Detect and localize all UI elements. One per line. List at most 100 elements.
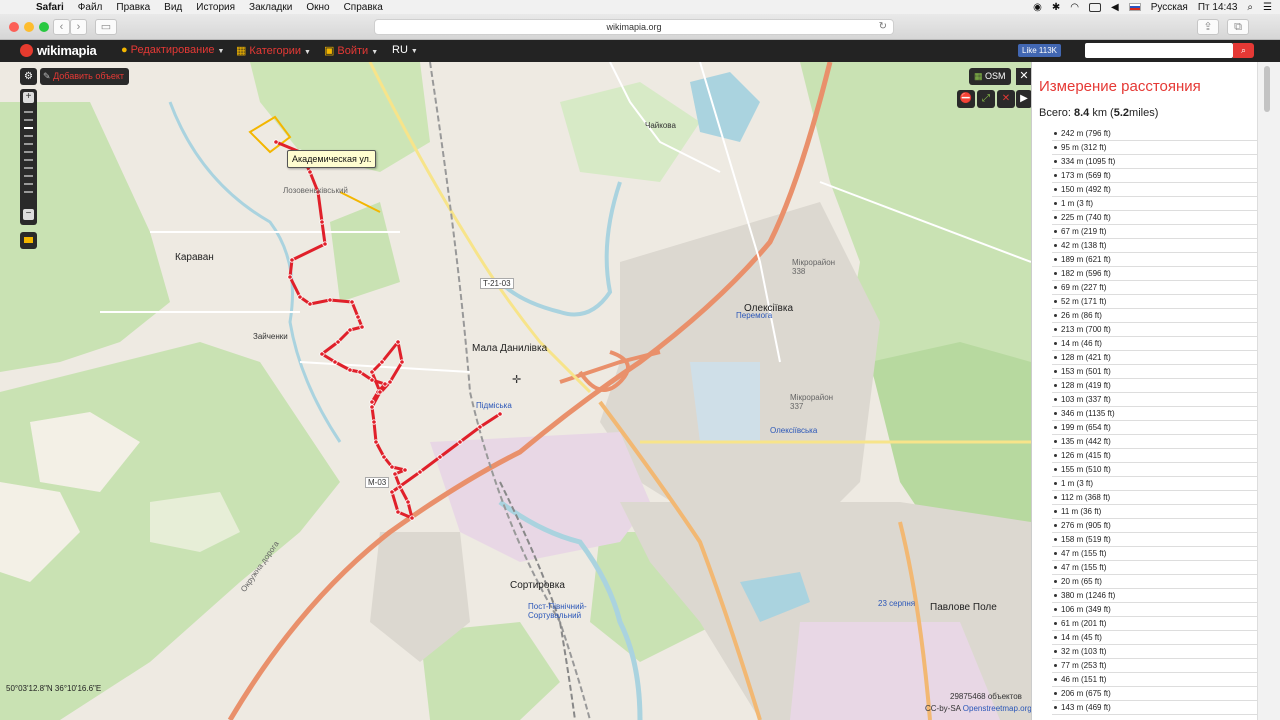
clear-route-button[interactable]: ✕: [997, 90, 1015, 108]
route-point[interactable]: [273, 139, 279, 145]
zoom-tick[interactable]: [24, 119, 33, 121]
route-point[interactable]: [369, 377, 375, 383]
route-point[interactable]: [371, 419, 377, 425]
route-point[interactable]: [377, 389, 383, 395]
route-point[interactable]: [332, 359, 338, 365]
sidebar-button[interactable]: ▭: [95, 19, 117, 35]
route-point[interactable]: [347, 327, 353, 333]
spotlight-icon[interactable]: ⌕: [1247, 2, 1253, 13]
menu-help[interactable]: Справка: [344, 2, 383, 13]
route-point[interactable]: [399, 359, 405, 365]
route-point[interactable]: [369, 404, 375, 410]
route-point[interactable]: [289, 257, 295, 263]
zoom-out-button[interactable]: −: [23, 209, 34, 220]
fit-route-button[interactable]: ⤢: [977, 90, 995, 108]
route-point[interactable]: [402, 467, 408, 473]
zoom-tick[interactable]: [24, 135, 33, 137]
search-input[interactable]: [1085, 43, 1233, 58]
route-point[interactable]: [497, 411, 503, 417]
menu-bookmarks[interactable]: Закладки: [249, 2, 292, 13]
zoom-tick[interactable]: [24, 111, 33, 113]
route-point[interactable]: [389, 464, 395, 470]
wikimapia-logo[interactable]: wikimapia: [20, 43, 97, 58]
airplay-icon[interactable]: [1089, 2, 1101, 12]
close-window-button[interactable]: [9, 22, 19, 32]
route-point[interactable]: [381, 454, 387, 460]
tabs-overview-button[interactable]: ⧉: [1227, 19, 1249, 35]
route-point[interactable]: [409, 515, 415, 521]
wifi-icon[interactable]: ◠: [1070, 2, 1079, 13]
route-point[interactable]: [437, 454, 443, 460]
zoom-in-button[interactable]: +: [23, 92, 34, 103]
close-panel-button[interactable]: ✕: [1016, 68, 1031, 85]
route-point[interactable]: [327, 297, 333, 303]
route-point[interactable]: [373, 439, 379, 445]
menu-app-safari[interactable]: Safari: [36, 2, 64, 13]
flag-icon[interactable]: [1128, 3, 1141, 11]
reload-icon[interactable]: ↻: [879, 20, 887, 34]
route-point[interactable]: [319, 351, 325, 357]
share-button[interactable]: ⇪: [1197, 19, 1219, 35]
zoom-window-button[interactable]: [39, 22, 49, 32]
input-language[interactable]: Русская: [1151, 2, 1188, 13]
menu-window[interactable]: Окно: [306, 2, 329, 13]
bluetooth-icon[interactable]: ✱: [1052, 2, 1060, 13]
page-scrollbar[interactable]: [1257, 62, 1280, 720]
zoom-tick[interactable]: [24, 175, 33, 177]
route-point[interactable]: [322, 241, 328, 247]
route-point[interactable]: [349, 299, 355, 305]
zoom-tick[interactable]: [24, 151, 33, 153]
route-point[interactable]: [457, 439, 463, 445]
address-bar[interactable]: wikimapia.org ↻: [374, 19, 894, 35]
minimize-window-button[interactable]: [24, 22, 34, 32]
route-point[interactable]: [369, 369, 375, 375]
menu-language[interactable]: RU ▼: [392, 44, 418, 56]
layers-button[interactable]: [20, 232, 37, 249]
route-point[interactable]: [335, 339, 341, 345]
add-object-button[interactable]: ✎ Добавить объект: [40, 68, 129, 85]
back-button[interactable]: ‹: [53, 19, 70, 35]
route-point[interactable]: [287, 274, 293, 280]
route-point[interactable]: [357, 369, 363, 375]
creative-cloud-icon[interactable]: ◉: [1033, 2, 1042, 13]
menu-history[interactable]: История: [196, 2, 235, 13]
zoom-tick[interactable]: [24, 159, 33, 161]
route-point[interactable]: [397, 484, 403, 490]
zoom-tick[interactable]: [24, 167, 33, 169]
route-point[interactable]: [395, 339, 401, 345]
route-point[interactable]: [347, 367, 353, 373]
scrollbar-thumb[interactable]: [1264, 66, 1270, 112]
stop-measure-button[interactable]: ⛔: [957, 90, 975, 108]
volume-icon[interactable]: ◀: [1111, 2, 1119, 13]
menu-file[interactable]: Файл: [78, 2, 103, 13]
route-point[interactable]: [389, 489, 395, 495]
route-point[interactable]: [369, 399, 375, 405]
zoom-tick[interactable]: [24, 191, 33, 193]
menu-editing[interactable]: ● Редактирование ▼: [121, 44, 224, 56]
settings-button[interactable]: ⚙: [20, 68, 37, 85]
route-point[interactable]: [307, 301, 313, 307]
menu-login[interactable]: ▣ Войти ▼: [324, 44, 378, 57]
route-point[interactable]: [417, 469, 423, 475]
route-point[interactable]: [395, 509, 401, 515]
search-button[interactable]: ⌕: [1233, 43, 1254, 58]
route-point[interactable]: [382, 381, 388, 387]
route-point[interactable]: [297, 294, 303, 300]
osm-link[interactable]: Openstreetmap.org: [963, 704, 1031, 713]
facebook-like-button[interactable]: Like 113K: [1018, 44, 1061, 57]
menu-categories[interactable]: ▦ Категории ▼: [236, 44, 311, 57]
map-canvas[interactable]: Караван Зайченки Мала Данилівка Чайкова …: [0, 62, 1031, 720]
route-point[interactable]: [359, 324, 365, 330]
route-point[interactable]: [319, 219, 325, 225]
zoom-tick-active[interactable]: [24, 127, 33, 129]
route-point[interactable]: [307, 169, 313, 175]
collapse-panel-button[interactable]: ▶: [1016, 90, 1031, 108]
route-point[interactable]: [379, 359, 385, 365]
zoom-tick[interactable]: [24, 143, 33, 145]
route-point[interactable]: [387, 379, 393, 385]
menu-view[interactable]: Вид: [164, 2, 182, 13]
forward-button[interactable]: ›: [70, 19, 87, 35]
route-point[interactable]: [477, 424, 483, 430]
osm-layer-button[interactable]: ▦ OSM: [969, 68, 1011, 85]
zoom-tick[interactable]: [24, 183, 33, 185]
